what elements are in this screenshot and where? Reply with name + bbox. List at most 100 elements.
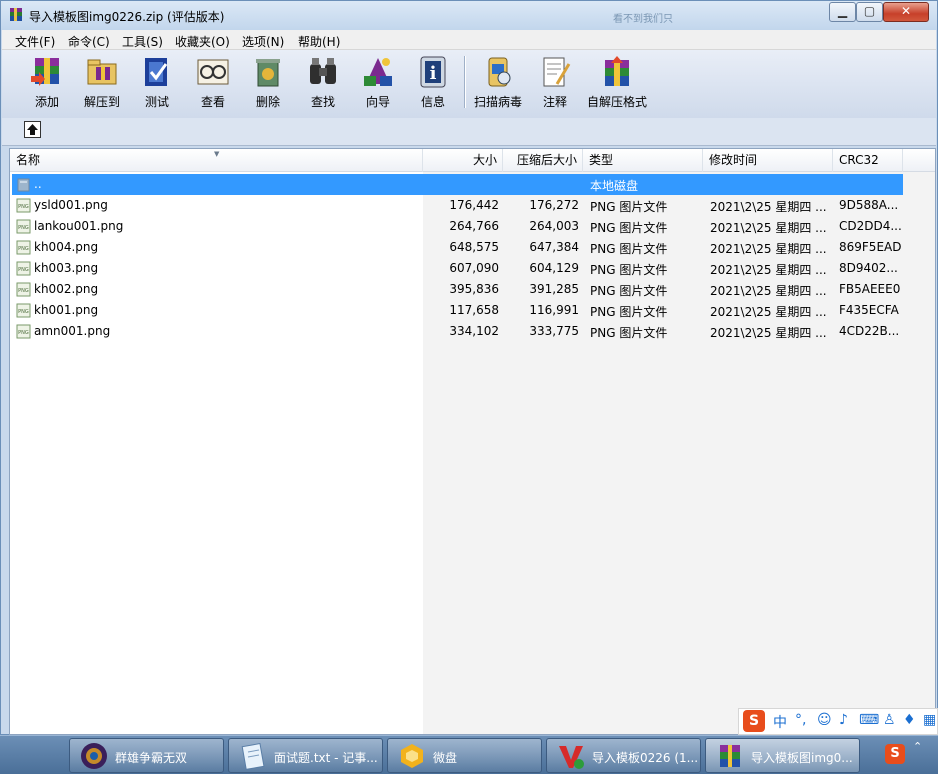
add-button[interactable]: 添加	[19, 54, 75, 112]
table-row[interactable]: PNG kh002.png 395,836 391,285 PNG 图片文件 2021\2…	[12, 279, 903, 300]
user-icon[interactable]: ♙	[883, 712, 896, 728]
column-header-packed[interactable]: 压缩后大小	[503, 149, 583, 172]
sort-indicator-icon: ▼	[214, 150, 220, 158]
table-row[interactable]: PNG kh004.png 648,575 647,384 PNG 图片文件 2021\2…	[12, 237, 903, 258]
taskbar-label: 导入模板图img0...	[751, 751, 853, 765]
png-file-icon: PNG	[16, 240, 31, 255]
test-button[interactable]: 测试	[129, 54, 185, 112]
column-header-size[interactable]: 大小	[423, 149, 503, 172]
view-button[interactable]: 查看	[185, 54, 241, 112]
ime-punct-toggle[interactable]: °,	[795, 712, 806, 728]
wizard-button[interactable]: 向导	[350, 54, 406, 112]
taskbar-item-winrar[interactable]: 导入模板图img0...	[705, 738, 860, 773]
file-modified: 2021\2\25 星期四 ...	[710, 263, 827, 277]
file-name: kh004.png	[34, 240, 99, 254]
svg-text:i: i	[430, 63, 437, 84]
winrar-window: 导入模板图img0226.zip (评估版本) 看不到我们只 ▁ ▢ ✕ 文件(…	[0, 0, 938, 735]
file-size: 264,766	[449, 219, 499, 233]
taskbar-label: 微盘	[433, 751, 458, 765]
menu-options[interactable]: 选项(N)	[242, 33, 284, 50]
skin-icon[interactable]: ♦	[903, 712, 916, 728]
winrar-icon	[10, 8, 22, 21]
menu-favorites[interactable]: 收藏夹(O)	[175, 33, 230, 50]
png-file-icon: PNG	[16, 324, 31, 339]
file-crc: 4CD22B...	[839, 324, 900, 338]
file-type: PNG 图片文件	[590, 221, 668, 235]
file-size: 334,102	[449, 324, 499, 338]
info-button[interactable]: i 信息	[405, 54, 461, 112]
sfx-icon	[605, 56, 629, 86]
file-type: PNG 图片文件	[590, 200, 668, 214]
sfx-button[interactable]: 自解压格式	[582, 54, 652, 112]
file-modified: 2021\2\25 星期四 ...	[710, 221, 827, 235]
taskbar-item-vs[interactable]: 导入模板0226 (1...	[546, 738, 701, 773]
close-button[interactable]: ✕	[883, 2, 929, 22]
file-crc: F435ECFA	[839, 303, 899, 317]
table-row[interactable]: PNG kh003.png 607,090 604,129 PNG 图片文件 2021\2…	[12, 258, 903, 279]
grid-menu-icon[interactable]: ▦	[923, 712, 936, 728]
background-window-text: 看不到我们只	[613, 14, 673, 25]
file-crc: FB5AEEE0	[839, 282, 901, 296]
file-name: amn001.png	[34, 324, 111, 338]
png-file-icon: PNG	[16, 303, 31, 318]
file-modified: 2021\2\25 星期四 ...	[710, 284, 827, 298]
wizard-label: 向导	[365, 95, 390, 109]
png-file-icon: PNG	[16, 261, 31, 276]
info-label: 信息	[420, 95, 445, 109]
taskbar-item-weipan[interactable]: 微盘	[387, 738, 542, 773]
emoji-icon[interactable]: ☺	[817, 712, 832, 728]
sogou-tray-icon[interactable]: S	[885, 744, 905, 764]
extract-to-label: 解压到	[83, 95, 120, 109]
up-arrow-icon	[27, 124, 38, 135]
file-type: PNG 图片文件	[590, 263, 668, 277]
tray-expand-icon[interactable]: ⌃	[913, 740, 922, 753]
notepad-icon	[241, 743, 265, 770]
table-row[interactable]: PNG amn001.png 334,102 333,775 PNG 图片文件 2021\…	[12, 321, 903, 342]
maximize-button[interactable]: ▢	[856, 2, 883, 22]
table-row[interactable]: PNG kh001.png 117,658 116,991 PNG 图片文件 2021\2…	[12, 300, 903, 321]
up-folder-button[interactable]	[24, 121, 41, 138]
menu-bar: 文件(F) 命令(C) 工具(S) 收藏夹(O) 选项(N) 帮助(H)	[2, 30, 936, 50]
parent-folder-type: 本地磁盘	[590, 179, 639, 193]
file-crc: 869F5EAD	[839, 240, 902, 254]
folder-up-icon	[17, 178, 30, 192]
delete-button[interactable]: 删除	[240, 54, 296, 112]
view-label: 查看	[200, 95, 225, 109]
keyboard-icon[interactable]: ⌨	[859, 712, 879, 728]
menu-help[interactable]: 帮助(H)	[298, 33, 340, 50]
title-bar[interactable]: 导入模板图img0226.zip (评估版本) 看不到我们只 ▁ ▢ ✕	[1, 1, 937, 30]
column-header-modified[interactable]: 修改时间	[703, 149, 833, 172]
file-name: kh003.png	[34, 261, 99, 275]
column-header-type[interactable]: 类型	[583, 149, 703, 172]
virus-scan-button[interactable]: 扫描病毒	[470, 54, 526, 112]
sogou-logo-icon[interactable]: S	[743, 710, 765, 732]
taskbar-item-notepad[interactable]: 面试题.txt - 记事...	[228, 738, 383, 773]
file-packed-size: 116,991	[529, 303, 579, 317]
column-header-crc[interactable]: CRC32	[833, 149, 903, 172]
svg-text:PNG: PNG	[18, 204, 29, 210]
parent-folder-row[interactable]: .. 本地磁盘	[12, 174, 903, 195]
info-icon: i	[420, 56, 446, 88]
file-crc: 8D9402...	[839, 261, 898, 275]
file-name: lankou001.png	[34, 219, 124, 233]
file-packed-size: 647,384	[529, 240, 579, 254]
file-list[interactable]: 名称 ▼ 大小 压缩后大小 类型 修改时间 CRC32 .. 本地磁盘 PNG y…	[9, 148, 936, 735]
find-button[interactable]: 查找	[295, 54, 351, 112]
table-row[interactable]: PNG lankou001.png 264,766 264,003 PNG 图片文件 20…	[12, 216, 903, 237]
menu-file[interactable]: 文件(F)	[15, 33, 55, 50]
menu-command[interactable]: 命令(C)	[68, 33, 110, 50]
taskbar-item-game[interactable]: 群雄争霸无双	[69, 738, 224, 773]
table-row[interactable]: PNG ysld001.png 176,442 176,272 PNG 图片文件 2021…	[12, 195, 903, 216]
extract-to-button[interactable]: 解压到	[74, 54, 130, 112]
comment-button[interactable]: 注释	[527, 54, 583, 112]
file-modified: 2021\2\25 星期四 ...	[710, 326, 827, 340]
find-label: 查找	[310, 95, 335, 109]
weipan-icon	[401, 744, 423, 768]
microphone-icon[interactable]: ♪	[839, 712, 848, 728]
minimize-button[interactable]: ▁	[829, 2, 856, 22]
sfx-label: 自解压格式	[586, 95, 647, 109]
menu-tools[interactable]: 工具(S)	[122, 33, 163, 50]
svg-text:PNG: PNG	[18, 288, 29, 294]
ime-language-toggle[interactable]: 中	[773, 712, 787, 732]
address-bar	[2, 118, 936, 146]
